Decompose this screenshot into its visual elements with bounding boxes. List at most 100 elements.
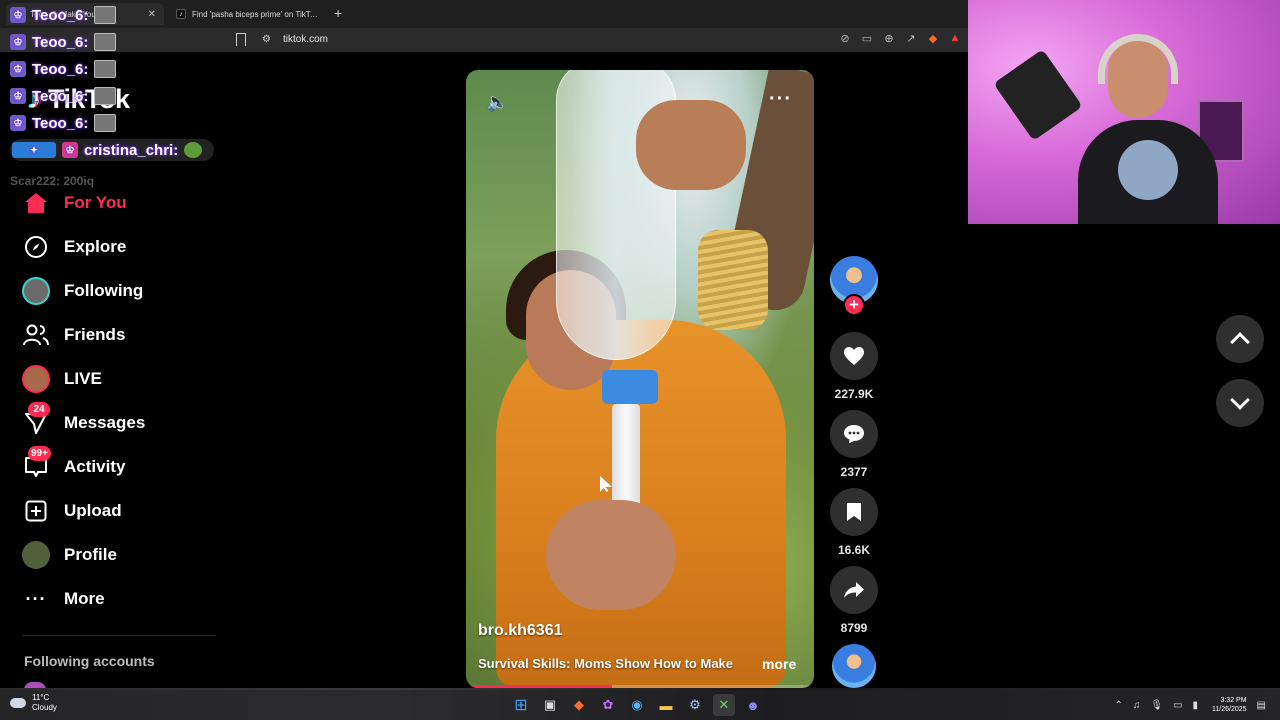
sidebar-item-label: Upload <box>64 501 122 520</box>
sidebar-item-label: Activity <box>64 457 126 476</box>
sidebar-item-label: Profile <box>64 545 117 564</box>
cloud-icon <box>10 698 26 708</box>
sidebar-item-label: Explore <box>64 237 127 256</box>
close-tab-icon[interactable]: ✕ <box>148 9 156 20</box>
bookmark-icon[interactable] <box>236 33 246 46</box>
browser-tab-tiktok[interactable]: ♪ Find 'pasha biceps prime' on TikTok | <box>168 3 328 25</box>
messages-count-badge: 24 <box>28 402 50 417</box>
chat-badge-icon: ♔ <box>10 88 26 104</box>
share-icon[interactable]: ↗ <box>904 32 918 45</box>
chat-emote-icon <box>94 6 117 24</box>
weather-widget[interactable]: 11°C Cloudy <box>10 693 57 713</box>
browser-toolbar: ⊘ ▭ ⊕ ↗ ◆ ▲ <box>838 32 962 45</box>
video-bottle-cap <box>602 370 658 404</box>
chat-badge-icon: ♔ <box>10 61 26 77</box>
caption-more-button[interactable]: more <box>762 656 796 672</box>
clock-time: 3:32 PM <box>1220 697 1247 704</box>
weather-temperature: 11°C <box>32 693 50 702</box>
sidebar-item-following[interactable]: Following <box>22 276 143 306</box>
following-accounts-heading: Following accounts <box>24 653 155 669</box>
video-hand <box>546 500 676 610</box>
previous-video-button[interactable] <box>1216 315 1264 363</box>
chat-username: Teoo_6: <box>32 87 89 105</box>
chat-message: ♔ Teoo_6: <box>10 31 117 53</box>
activity-icon: 99+ <box>22 446 51 481</box>
edge-icon[interactable]: ◉ <box>626 694 648 716</box>
sidebar-item-explore[interactable]: Explore <box>22 232 126 262</box>
following-avatar <box>22 277 50 305</box>
new-tab-icon[interactable]: + <box>334 5 342 21</box>
next-video-button[interactable] <box>1216 379 1264 427</box>
save-button[interactable] <box>830 488 878 536</box>
sound-disc-avatar[interactable] <box>832 644 876 688</box>
chat-message: ♔ Teoo_6: <box>10 85 117 107</box>
brave-rewards-icon[interactable]: ▲ <box>948 32 962 45</box>
file-explorer-icon[interactable]: ▬ <box>655 694 677 716</box>
discord-icon[interactable]: ☻ <box>742 694 764 716</box>
follow-plus-icon[interactable]: + <box>843 294 865 316</box>
chevron-down-icon <box>1230 390 1250 410</box>
chat-message-highlighted: ✦ ♔ cristina_chri: <box>10 139 215 161</box>
webcam-overlay <box>968 0 1280 224</box>
share-arrow-icon <box>844 582 864 598</box>
network-icon[interactable]: ▭ <box>1173 700 1182 711</box>
video-player[interactable]: 🔈 ··· bro.kh6361 Survival Skills: Moms S… <box>466 70 814 688</box>
tray-overflow-icon[interactable]: ⌃ <box>1114 700 1122 711</box>
share-button[interactable] <box>830 566 878 614</box>
brave-browser-icon[interactable]: ◆ <box>568 694 590 716</box>
sidebar-item-upload[interactable]: Upload <box>22 496 122 526</box>
sidebar-item-messages[interactable]: 24 Messages <box>22 402 146 438</box>
browser-tab-bar: Teoo_6: Make You... ✕ ♪ Find 'pasha bice… <box>0 0 968 28</box>
steam-icon[interactable]: ⚙ <box>684 694 706 716</box>
video-menu-icon[interactable]: ··· <box>769 88 792 111</box>
zoom-icon[interactable]: ⊕ <box>882 32 896 45</box>
webcam-headset <box>1098 34 1178 84</box>
comment-button[interactable] <box>830 410 878 458</box>
video-bangles <box>698 230 768 330</box>
cast-icon[interactable]: ▭ <box>860 32 874 45</box>
copilot-icon[interactable]: ✿ <box>597 694 619 716</box>
terminal-icon[interactable]: ✕ <box>713 694 735 716</box>
messages-icon: 24 <box>22 402 50 437</box>
home-icon <box>22 189 50 217</box>
video-caption: Survival Skills: Moms Show How to Make <box>478 656 734 671</box>
upload-icon <box>22 497 50 525</box>
tiktok-favicon-icon: ♪ <box>176 9 186 19</box>
profile-avatar <box>22 541 50 569</box>
sidebar-item-more[interactable]: ··· More <box>22 584 105 614</box>
frog-emote-icon <box>184 142 203 158</box>
no-tracking-icon[interactable]: ⊘ <box>838 32 852 45</box>
weather-condition: Cloudy <box>32 703 57 712</box>
sidebar-item-label: For You <box>64 193 127 212</box>
chat-badge-icon: ♔ <box>10 34 26 50</box>
microphone-icon[interactable]: 🎙 <box>1150 700 1163 711</box>
sidebar-item-profile[interactable]: Profile <box>22 540 117 570</box>
site-info-icon[interactable]: ⚙ <box>262 34 271 45</box>
speaker-icon[interactable]: ♫ <box>1133 700 1141 711</box>
chat-badge-icon: ♔ <box>62 142 78 158</box>
tab-title: Find 'pasha biceps prime' on TikTok | <box>192 9 320 19</box>
sidebar-item-label: Messages <box>64 413 146 432</box>
brave-shields-icon[interactable]: ◆ <box>926 32 940 45</box>
battery-icon[interactable]: ▮ <box>1193 700 1199 711</box>
sidebar-item-label: LIVE <box>64 369 102 388</box>
url-field[interactable]: tiktok.com <box>283 34 328 45</box>
sidebar-item-friends[interactable]: Friends <box>22 320 125 350</box>
system-clock[interactable]: 3:32 PM 11/26/2025 <box>1212 696 1247 714</box>
sidebar-item-activity[interactable]: 99+ Activity <box>22 446 126 482</box>
like-count: 227.9K <box>834 387 874 401</box>
chat-badge-icon: ♔ <box>10 7 26 23</box>
task-view-icon[interactable]: ▣ <box>539 694 561 716</box>
volume-icon[interactable]: 🔈 <box>486 92 508 113</box>
like-button[interactable] <box>830 332 878 380</box>
sidebar-item-for-you[interactable]: For You <box>22 188 127 218</box>
video-author[interactable]: bro.kh6361 <box>478 622 562 640</box>
friends-icon <box>22 321 50 349</box>
sidebar-item-label: More <box>64 589 105 608</box>
windows-start-icon[interactable]: ⊞ <box>510 694 532 716</box>
notifications-icon[interactable]: ▤ <box>1257 700 1266 711</box>
comment-icon <box>844 425 864 443</box>
sidebar-item-live[interactable]: LIVE <box>22 364 102 394</box>
chat-username: Teoo_6: <box>32 33 89 51</box>
webcam-microphone <box>993 49 1083 141</box>
